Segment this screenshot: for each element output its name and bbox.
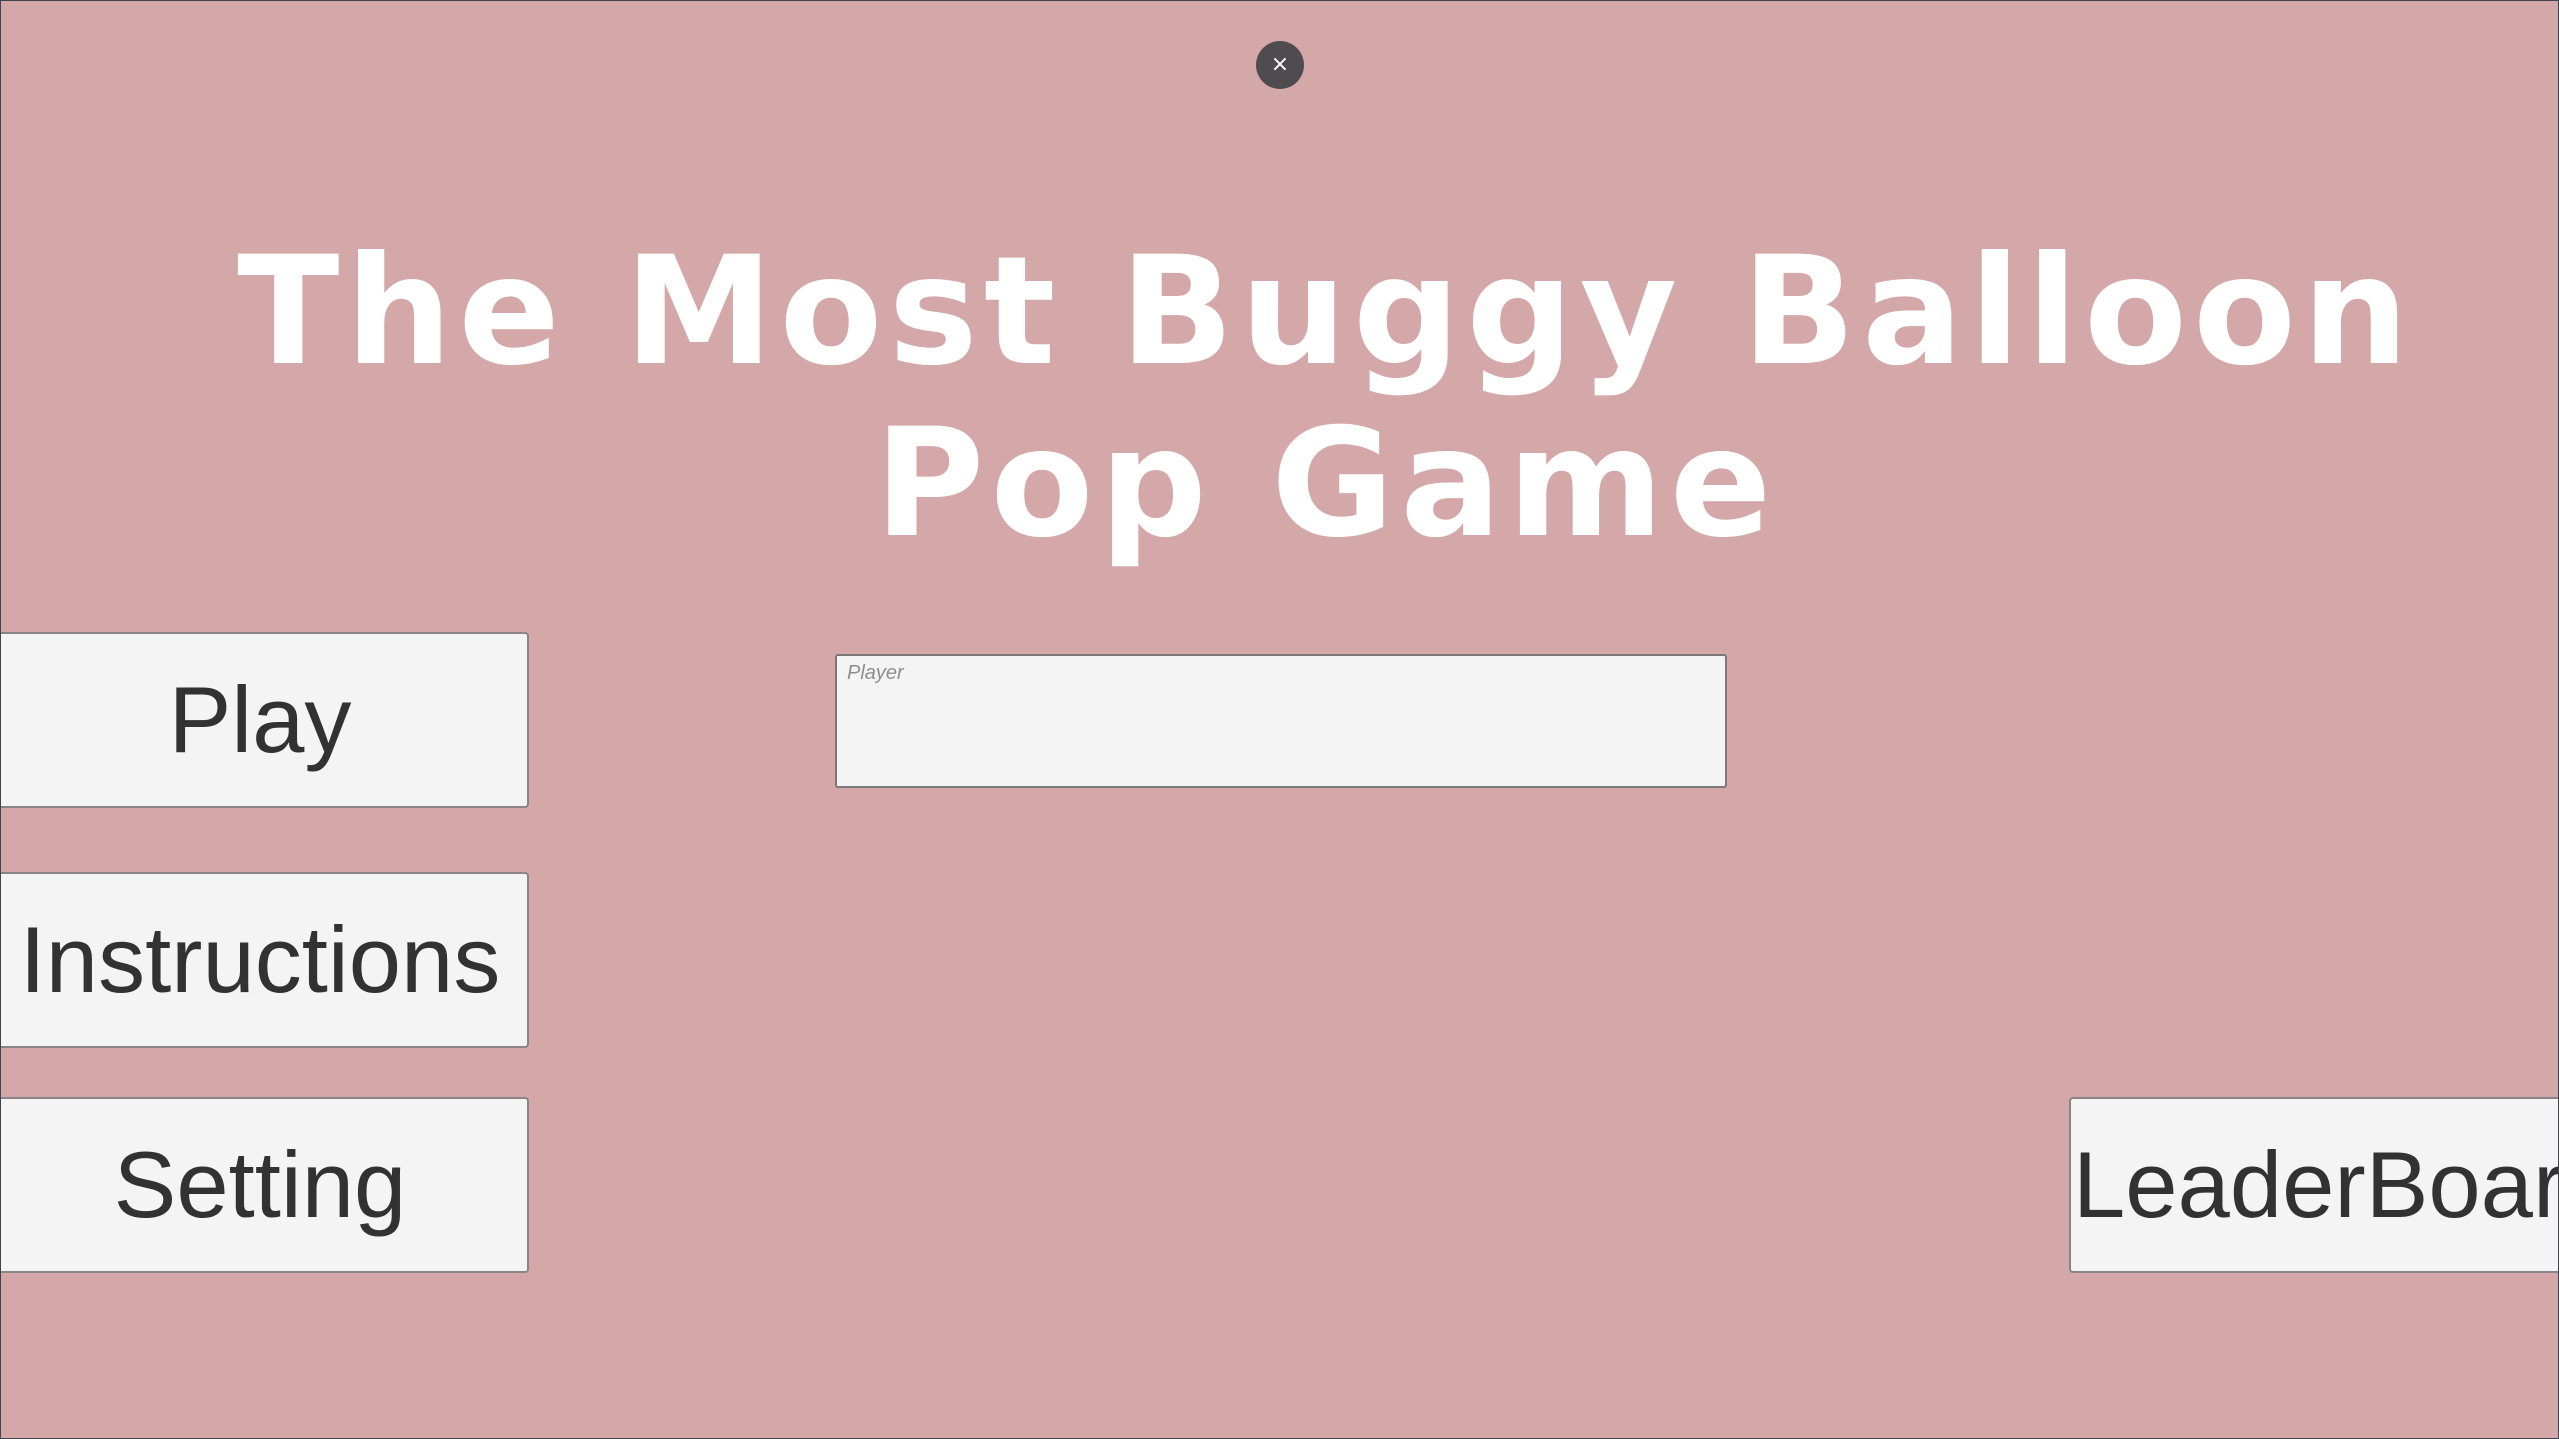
instructions-button[interactable]: Instructions [1,872,529,1048]
main-menu-screen: × The Most Buggy Balloon Pop Game Play I… [1,1,2558,1438]
play-button[interactable]: Play [1,632,529,808]
leaderboard-button[interactable]: LeaderBoard [2069,1097,2558,1273]
close-button[interactable]: × [1256,41,1304,89]
close-icon: × [1270,52,1290,77]
player-name-input[interactable] [835,654,1727,788]
setting-button[interactable]: Setting [1,1097,529,1273]
game-title: The Most Buggy Balloon Pop Game [237,225,2415,571]
